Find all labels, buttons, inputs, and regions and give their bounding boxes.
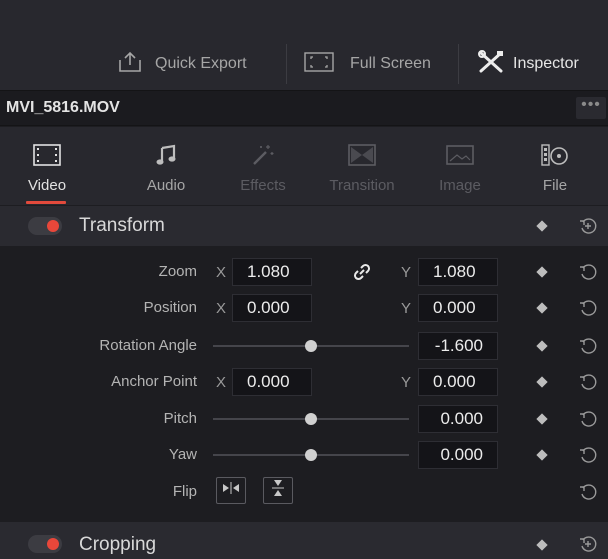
flip-horizontal-button[interactable] xyxy=(216,477,246,504)
reset-icon[interactable] xyxy=(579,263,597,281)
pitch-slider[interactable] xyxy=(213,413,409,425)
zoom-x-axis-label: X xyxy=(216,264,227,281)
reset-icon[interactable] xyxy=(579,373,597,391)
reset-icon[interactable] xyxy=(579,410,597,428)
position-y-axis-label: Y xyxy=(401,300,412,317)
top-toolbar: Quick Export Full Screen Inspector xyxy=(0,0,608,90)
inspector-tabs: Video Audio Effects Transition Image Fil… xyxy=(0,127,608,205)
keyframe-diamond-icon[interactable] xyxy=(536,376,548,388)
tab-video-label: Video xyxy=(27,177,67,194)
inspector-label: Inspector xyxy=(513,55,579,72)
flip-horizontal-icon xyxy=(221,481,241,500)
cropping-enable-toggle[interactable] xyxy=(28,535,62,553)
reset-all-icon[interactable] xyxy=(579,535,597,553)
anchor-point-row: Anchor Point X 0.000 Y 0.000 xyxy=(0,364,608,400)
reset-icon[interactable] xyxy=(579,337,597,355)
export-icon xyxy=(117,51,143,78)
film-icon xyxy=(22,143,72,167)
flip-row: Flip xyxy=(0,474,608,510)
rotation-angle-field[interactable]: -1.600 xyxy=(418,332,498,360)
link-icon[interactable] xyxy=(352,262,372,282)
anchor-y-field[interactable]: 0.000 xyxy=(418,368,498,396)
slider-knob[interactable] xyxy=(305,340,317,352)
tab-image[interactable]: Image xyxy=(430,127,490,205)
pitch-label: Pitch xyxy=(163,410,197,427)
keyframe-diamond-icon[interactable] xyxy=(536,340,548,352)
file-reels-icon xyxy=(530,143,580,167)
keyframe-diamond-icon[interactable] xyxy=(536,266,548,278)
tab-effects-label: Effects xyxy=(240,177,286,194)
tab-audio-label: Audio xyxy=(146,177,186,194)
more-options-button[interactable]: ••• xyxy=(576,97,606,119)
toolbar-divider xyxy=(458,44,459,84)
pitch-row: Pitch 0.000 xyxy=(0,401,608,437)
position-row: Position X 0.000 Y 0.000 xyxy=(0,290,608,326)
keyframe-diamond-icon[interactable] xyxy=(536,449,548,461)
yaw-label: Yaw xyxy=(168,446,197,463)
anchor-y-axis-label: Y xyxy=(401,374,412,391)
zoom-row: Zoom X 1.080 Y 1.080 xyxy=(0,254,608,290)
flip-label: Flip xyxy=(172,483,197,500)
cropping-title: Cropping xyxy=(79,534,157,555)
clip-header: MVI_5816.MOV ••• xyxy=(0,90,608,126)
tab-effects[interactable]: Effects xyxy=(228,127,298,205)
yaw-field[interactable]: 0.000 xyxy=(418,441,498,469)
reset-icon[interactable] xyxy=(579,299,597,317)
pitch-field[interactable]: 0.000 xyxy=(418,405,498,433)
position-y-field[interactable]: 0.000 xyxy=(418,294,498,322)
cropping-section-header[interactable]: Cropping xyxy=(0,522,608,559)
keyframe-diamond-icon[interactable] xyxy=(536,220,548,232)
rotation-angle-slider[interactable] xyxy=(213,340,409,352)
tab-video[interactable]: Video xyxy=(22,127,72,205)
zoom-y-field[interactable]: 1.080 xyxy=(418,258,498,286)
yaw-slider[interactable] xyxy=(213,449,409,461)
keyframe-diamond-icon[interactable] xyxy=(536,413,548,425)
quick-export-label: Quick Export xyxy=(155,55,247,72)
anchor-x-axis-label: X xyxy=(216,374,227,391)
flip-vertical-button[interactable] xyxy=(263,477,293,504)
slider-knob[interactable] xyxy=(305,413,317,425)
keyframe-diamond-icon[interactable] xyxy=(536,539,548,551)
anchor-point-label: Anchor Point xyxy=(111,373,197,390)
inspector-tools-icon xyxy=(477,49,505,79)
tab-image-label: Image xyxy=(439,177,481,194)
tab-audio[interactable]: Audio xyxy=(134,127,198,205)
reset-all-icon[interactable] xyxy=(579,217,597,235)
active-tab-indicator xyxy=(26,201,66,204)
rotation-angle-row: Rotation Angle -1.600 xyxy=(0,328,608,364)
tab-transition[interactable]: Transition xyxy=(322,127,402,205)
tab-transition-label: Transition xyxy=(329,177,395,194)
full-screen-icon xyxy=(304,51,334,78)
slider-knob[interactable] xyxy=(305,449,317,461)
reset-icon[interactable] xyxy=(579,446,597,464)
position-label: Position xyxy=(143,299,197,316)
anchor-x-field[interactable]: 0.000 xyxy=(232,368,312,396)
rotation-angle-label: Rotation Angle xyxy=(99,337,197,354)
flip-vertical-icon xyxy=(271,478,285,503)
transition-icon xyxy=(322,143,402,167)
yaw-row: Yaw 0.000 xyxy=(0,437,608,473)
tab-file[interactable]: File xyxy=(530,127,580,205)
full-screen-label: Full Screen xyxy=(350,55,431,72)
zoom-label: Zoom xyxy=(158,263,197,280)
zoom-x-field[interactable]: 1.080 xyxy=(232,258,312,286)
magic-wand-icon xyxy=(228,143,298,167)
position-x-axis-label: X xyxy=(216,300,227,317)
quick-export-button[interactable]: Quick Export xyxy=(117,44,247,84)
reset-icon[interactable] xyxy=(579,483,597,501)
inspector-button[interactable]: Inspector xyxy=(477,44,579,84)
music-note-icon xyxy=(134,143,198,167)
clip-filename: MVI_5816.MOV xyxy=(6,99,120,116)
toolbar-divider xyxy=(286,44,287,84)
zoom-y-axis-label: Y xyxy=(401,264,412,281)
keyframe-diamond-icon[interactable] xyxy=(536,302,548,314)
transform-controls: Zoom X 1.080 Y 1.080 Position X 0.000 Y … xyxy=(0,246,608,522)
tab-file-label: File xyxy=(542,177,568,194)
transform-title: Transform xyxy=(79,215,165,236)
position-x-field[interactable]: 0.000 xyxy=(232,294,312,322)
full-screen-button[interactable]: Full Screen xyxy=(304,44,431,84)
image-icon xyxy=(430,143,490,167)
transform-section-header[interactable]: Transform xyxy=(0,206,608,246)
transform-enable-toggle[interactable] xyxy=(28,217,62,235)
